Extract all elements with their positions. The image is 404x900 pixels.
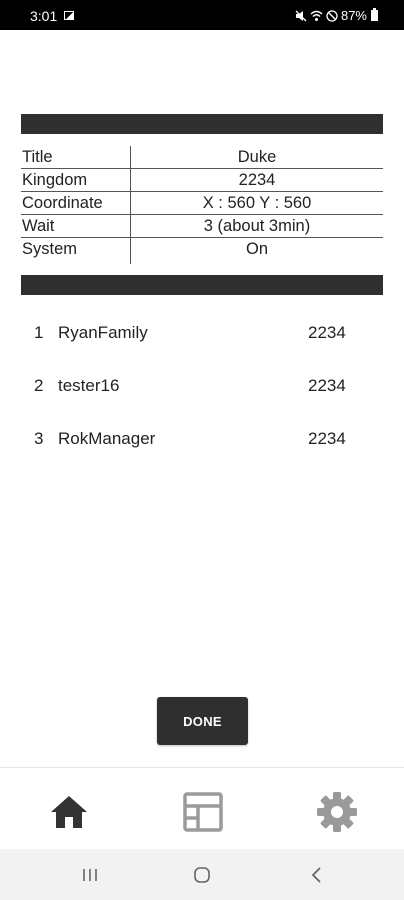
- list-item[interactable]: 1 RyanFamily 2234: [0, 316, 404, 369]
- home-circle-icon: [194, 867, 210, 883]
- info-footer-bar: [21, 275, 383, 295]
- ranking-list: 1 RyanFamily 2234 2 tester16 2234 3 RokM…: [0, 316, 404, 475]
- rank-number: 1: [34, 323, 44, 342]
- status-icons: 87%: [295, 8, 378, 23]
- list-item[interactable]: 2 tester16 2234: [0, 369, 404, 422]
- info-column-divider: [130, 146, 131, 264]
- info-key: Title: [22, 148, 53, 166]
- recents-button[interactable]: [80, 865, 100, 885]
- list-icon: [183, 792, 223, 832]
- done-button[interactable]: DONE: [157, 697, 248, 745]
- info-value: 2234: [238, 171, 276, 189]
- home-icon: [51, 796, 87, 828]
- info-row-title: Title Duke: [21, 146, 383, 168]
- info-value: Duke: [237, 148, 277, 166]
- back-button[interactable]: [307, 865, 327, 885]
- do-not-disturb-icon: [326, 9, 338, 22]
- battery-icon: [371, 8, 378, 21]
- back-icon: [311, 867, 321, 883]
- info-row-wait: Wait 3 (about 3min): [21, 214, 383, 237]
- rank-value: 2234: [308, 323, 346, 342]
- system-home-button[interactable]: [192, 865, 212, 885]
- info-table: Title Duke Kingdom 2234 Coordinate X : 5…: [21, 146, 383, 260]
- nav-home[interactable]: [47, 790, 91, 834]
- rank-value: 2234: [308, 376, 346, 395]
- wifi-icon: [310, 10, 323, 21]
- rank-name: tester16: [58, 376, 120, 395]
- info-key: Coordinate: [22, 194, 103, 212]
- settings-icon: [317, 792, 357, 832]
- list-item[interactable]: 3 RokManager 2234: [0, 422, 404, 475]
- info-value: On: [245, 240, 268, 258]
- photo-icon: [64, 11, 74, 20]
- rank-number: 2: [34, 376, 44, 395]
- nav-settings[interactable]: [315, 790, 359, 834]
- battery-percent: 87%: [340, 8, 367, 23]
- bottom-navigation: [0, 767, 404, 850]
- info-value: X : 560 Y : 560: [202, 194, 312, 212]
- info-value: 3 (about 3min): [203, 217, 311, 235]
- rank-number: 3: [34, 429, 44, 448]
- rank-name: RokManager: [58, 429, 156, 448]
- status-time: 3:01: [30, 8, 58, 24]
- info-key: Kingdom: [22, 171, 88, 189]
- info-row-kingdom: Kingdom 2234: [21, 168, 383, 191]
- status-bar: 3:01 87%: [0, 0, 404, 30]
- mute-icon: [295, 10, 307, 21]
- rank-value: 2234: [308, 429, 346, 448]
- recents-icon: [83, 869, 97, 881]
- info-row-system: System On: [21, 237, 383, 260]
- info-row-coordinate: Coordinate X : 560 Y : 560: [21, 191, 383, 214]
- info-key: Wait: [22, 217, 55, 235]
- nav-list[interactable]: [181, 790, 225, 834]
- rank-name: RyanFamily: [58, 323, 148, 342]
- info-key: System: [22, 240, 78, 258]
- info-header-bar: [21, 114, 383, 134]
- system-navigation-bar: [0, 849, 404, 900]
